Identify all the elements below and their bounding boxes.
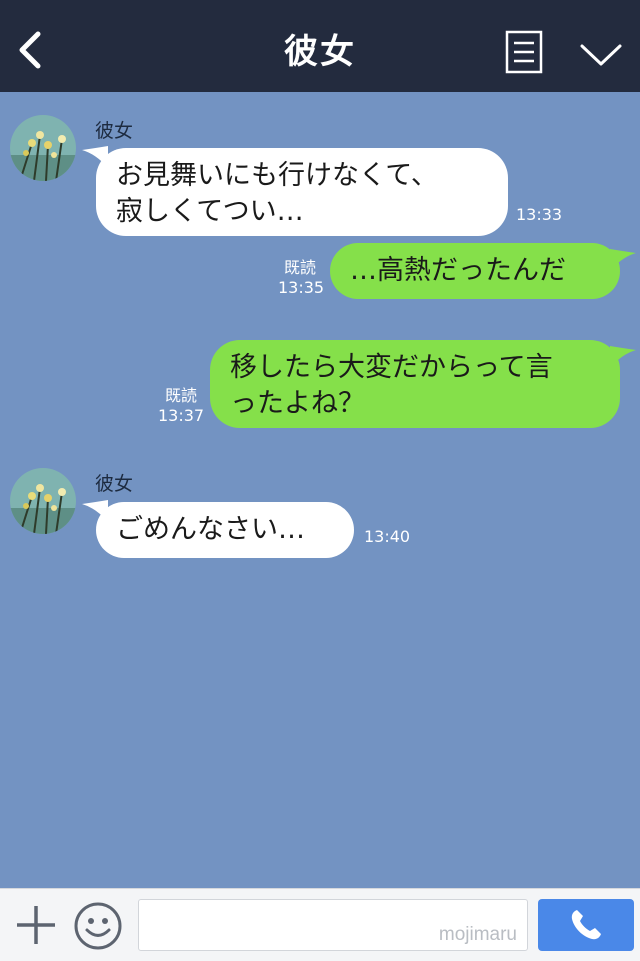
message-line: ごめんなさい…	[116, 514, 305, 545]
smile-icon[interactable]	[73, 901, 123, 951]
sender-name: 彼女	[95, 473, 134, 495]
bubble-tail	[610, 249, 636, 271]
phone-icon	[571, 910, 601, 940]
message-bubble[interactable]: ごめんなさい…	[96, 502, 354, 558]
call-button[interactable]	[538, 899, 634, 951]
avatar[interactable]	[10, 468, 76, 534]
avatar-image	[10, 115, 76, 181]
read-receipt: 既読 13:37	[158, 386, 204, 426]
list-icon[interactable]	[505, 30, 543, 74]
message-line: 移したら大変だからって言	[230, 352, 553, 383]
message-time: 13:35	[278, 278, 325, 297]
message-line: 寂しくてつい…	[116, 196, 304, 227]
message-time: 13:33	[516, 205, 563, 224]
watermark: mojimaru	[438, 924, 517, 945]
message-time: 13:40	[364, 527, 411, 546]
message-time: 13:37	[158, 406, 205, 425]
sender-name: 彼女	[95, 120, 134, 142]
message-input[interactable]: mojimaru	[138, 899, 528, 951]
message-bubble[interactable]: 移したら大変だからって言 ったよね？	[210, 340, 620, 428]
read-label: 既読	[283, 258, 316, 277]
bubble-tail	[610, 346, 636, 368]
read-receipt: 既読 13:35	[278, 258, 325, 298]
avatar[interactable]	[10, 115, 76, 181]
read-label: 既読	[164, 386, 197, 405]
message-line: …高熱だったんだ	[350, 255, 566, 286]
message-line: お見舞いにも行けなくて、	[116, 160, 438, 191]
message-line: ったよね？	[230, 388, 365, 419]
chevron-down-icon[interactable]	[578, 40, 624, 68]
message-bubble[interactable]: …高熱だったんだ	[330, 243, 620, 299]
chat-title: 彼女	[284, 32, 356, 72]
input-bar: mojimaru	[0, 888, 640, 961]
plus-icon[interactable]	[14, 903, 58, 947]
avatar-image	[10, 468, 76, 534]
message-bubble[interactable]: お見舞いにも行けなくて、 寂しくてつい…	[96, 148, 508, 236]
chat-header: 彼女	[0, 0, 640, 92]
